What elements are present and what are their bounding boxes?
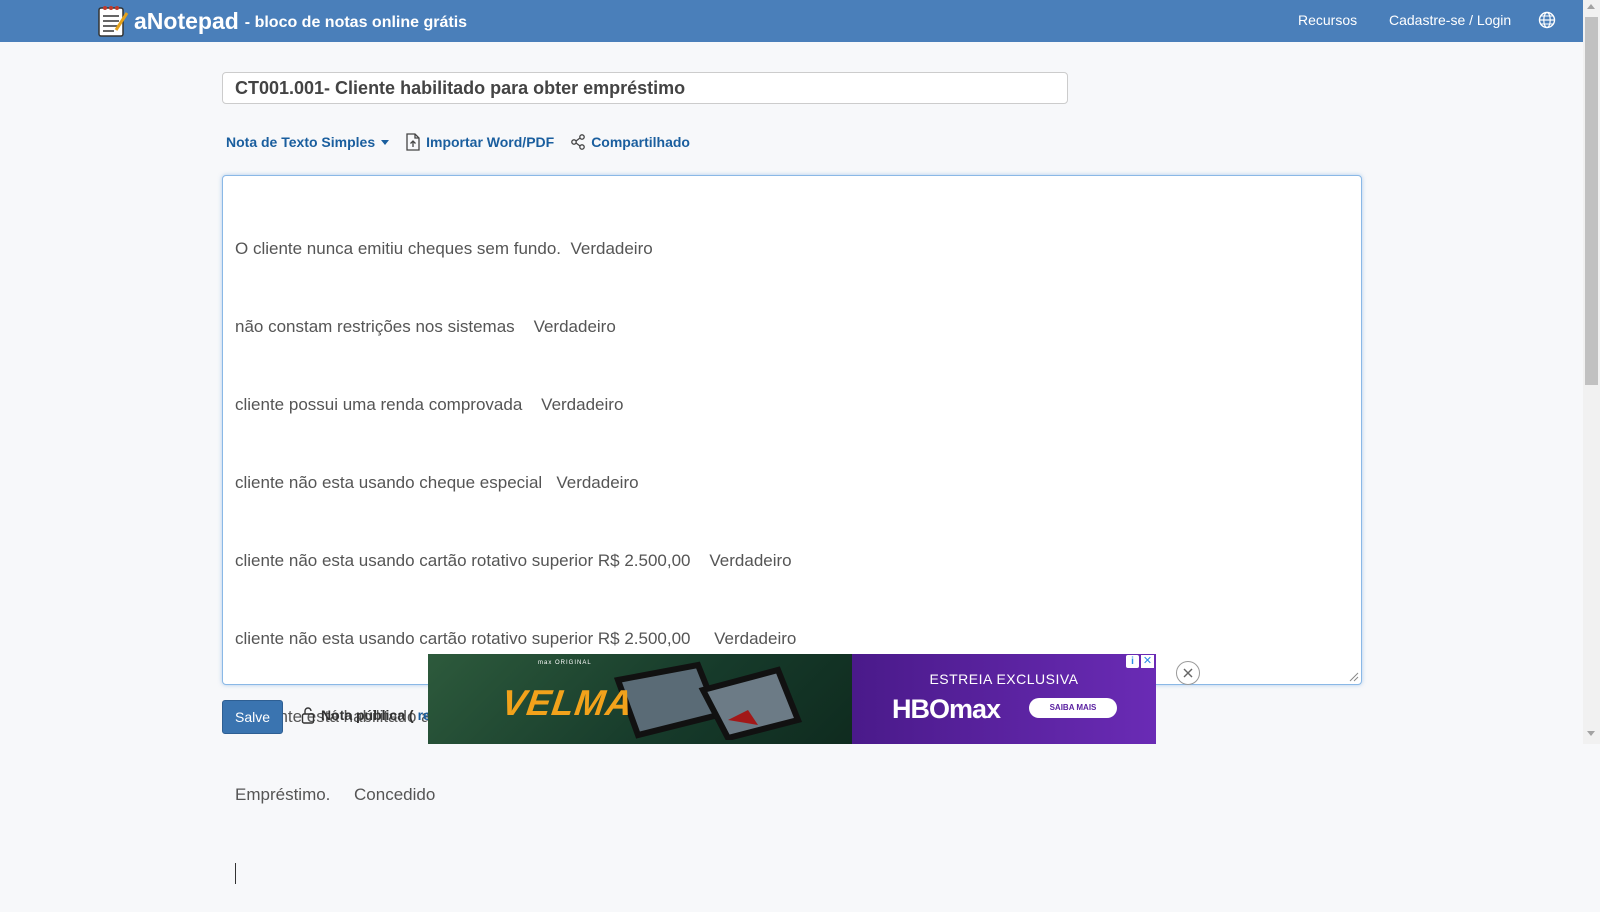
resize-handle-icon[interactable] — [1349, 672, 1359, 682]
import-button[interactable]: Importar Word/PDF — [405, 133, 554, 151]
import-label: Importar Word/PDF — [426, 134, 555, 150]
notepad-icon — [98, 6, 129, 37]
note-line: Empréstimo. Concedido — [235, 785, 436, 804]
ad-banner[interactable]: max ORIGINAL VELMA ESTREIA EXCLUSIVA HBO… — [428, 654, 1156, 744]
note-body-textarea[interactable]: O cliente nunca emitiu cheques sem fundo… — [222, 175, 1362, 885]
ad-small-caption: max ORIGINAL — [538, 660, 592, 666]
visibility-label: Nota pública ( — [321, 707, 414, 723]
page-scrollbar[interactable] — [1583, 0, 1600, 744]
note-title-input[interactable] — [222, 72, 1068, 104]
scroll-up-arrow-icon[interactable] — [1587, 4, 1595, 9]
share-icon — [571, 134, 586, 150]
scrollbar-thumb[interactable] — [1585, 17, 1598, 385]
ad-cta-button[interactable]: SAIBA MAIS — [1029, 698, 1117, 718]
save-button[interactable]: Salve — [222, 700, 283, 734]
glasses-illustration — [613, 661, 803, 740]
caret-down-icon — [381, 139, 390, 145]
file-upload-icon — [406, 133, 420, 151]
ad-x-icon[interactable]: ✕ — [1141, 655, 1154, 668]
note-line: cliente não esta usando cartão rotativo … — [235, 551, 792, 570]
nav-link-login[interactable]: Cadastre-se / Login — [1389, 12, 1511, 28]
note-line: O cliente nunca emitiu cheques sem fundo… — [235, 239, 653, 258]
share-button[interactable]: Compartilhado — [570, 133, 690, 151]
globe-icon[interactable] — [1538, 11, 1556, 29]
text-cursor — [235, 863, 236, 885]
note-line: cliente possui uma renda comprovada Verd… — [235, 395, 624, 414]
ad-headline: ESTREIA EXCLUSIVA — [929, 671, 1079, 687]
note-line: não constam restrições nos sistemas Verd… — [235, 317, 616, 336]
nav-link-resources[interactable]: Recursos — [1298, 12, 1357, 28]
ad-info-icon[interactable]: i — [1126, 655, 1139, 668]
ad-image-left: max ORIGINAL VELMA — [428, 654, 852, 744]
note-type-dropdown[interactable]: Nota de Texto Simples — [226, 134, 390, 150]
note-line: cliente não esta usando cheque especial … — [235, 473, 639, 492]
close-x-icon — [1183, 668, 1193, 678]
note-line: cliente não esta usando cartão rotativo … — [235, 629, 797, 648]
lock-icon — [301, 707, 315, 724]
note-type-label: Nota de Texto Simples — [226, 134, 376, 150]
text-cursor-line — [235, 860, 1349, 886]
ad-show-title: VELMA — [499, 682, 636, 723]
brand-tagline: - bloco de notas online grátis — [244, 14, 468, 31]
editor-toolbar: Nota de Texto Simples Importar Word/PDF … — [226, 131, 706, 153]
share-label: Compartilhado — [591, 134, 690, 150]
close-circle-icon[interactable] — [1176, 661, 1200, 685]
ad-brand-logo: HBOmax — [892, 694, 1001, 724]
top-navbar: aNotepad - bloco de notas online grátis … — [0, 0, 1583, 42]
scroll-down-arrow-icon[interactable] — [1587, 731, 1595, 736]
brand-name: aNotepad — [134, 7, 239, 34]
note-visibility: Nota pública (re — [301, 706, 431, 724]
brand-logo-link[interactable]: aNotepad - bloco de notas online grátis — [96, 3, 467, 39]
